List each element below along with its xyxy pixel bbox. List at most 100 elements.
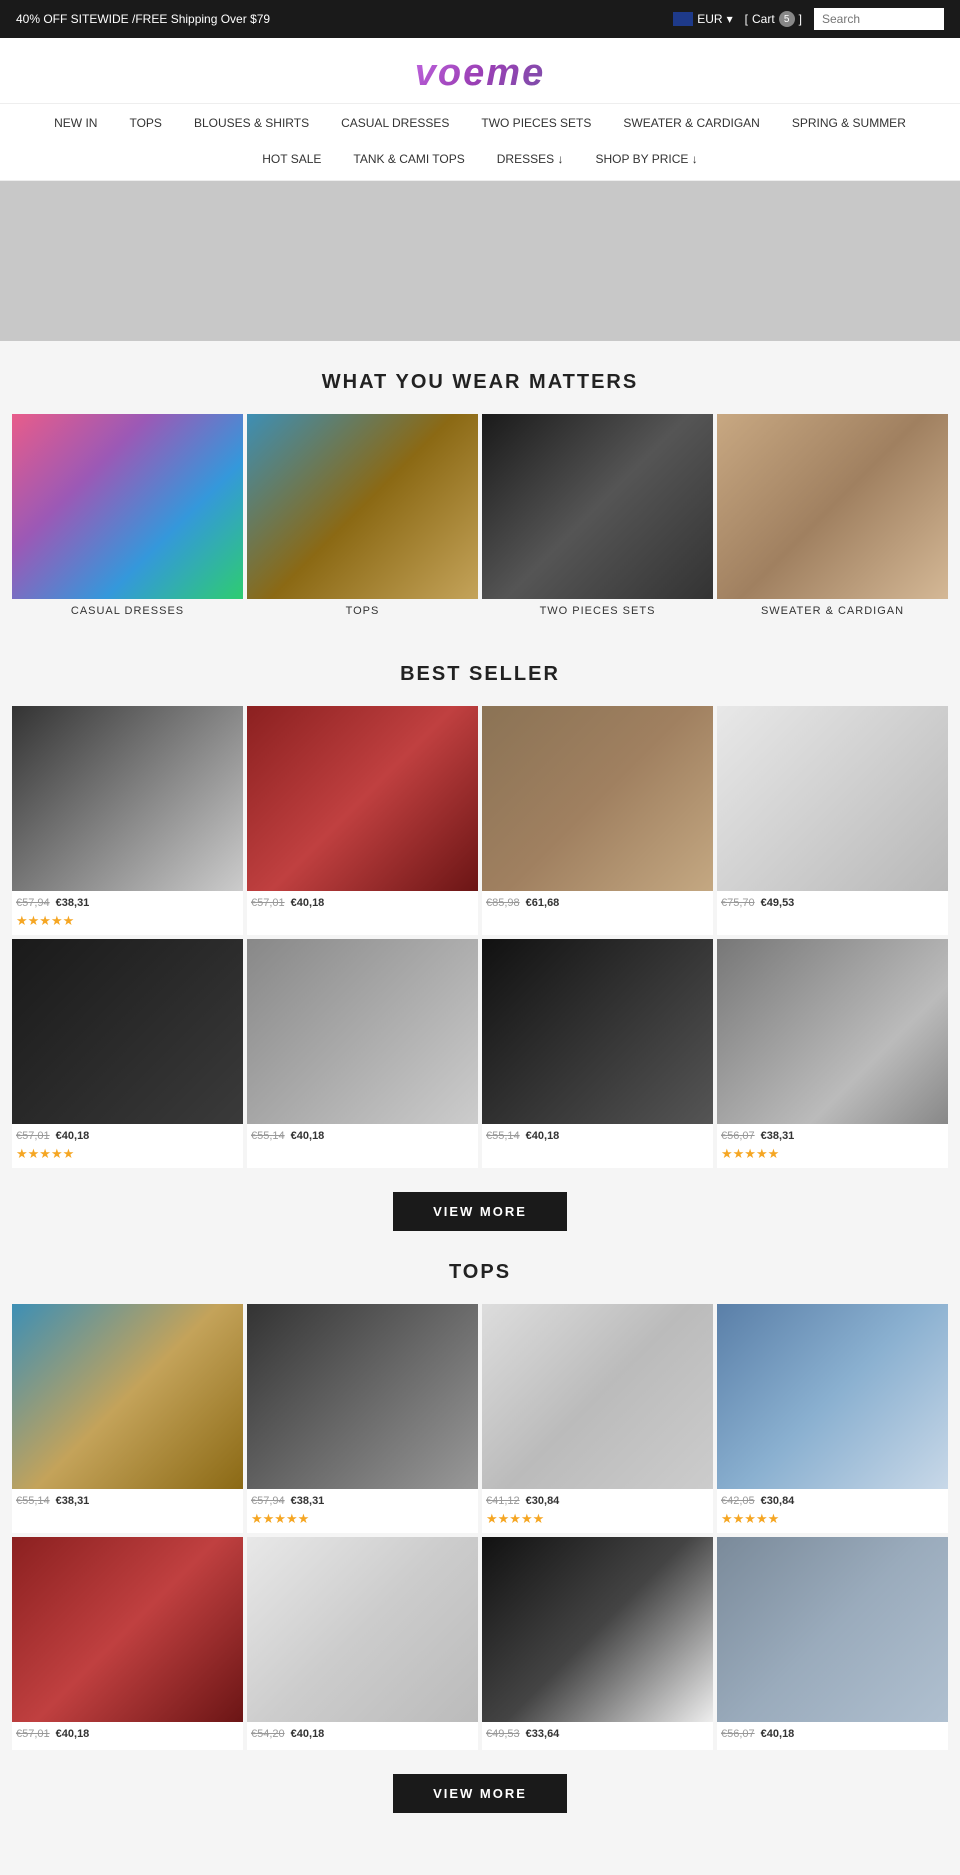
product-image (247, 939, 478, 1124)
cart-count: 5 (779, 11, 795, 27)
logo[interactable]: voeme (415, 52, 545, 94)
nav-two-pieces[interactable]: TWO PIECES SETS (465, 110, 607, 136)
product-prices: €49,53 €33,64 (482, 1722, 713, 1742)
category-casual-dresses-img (12, 414, 243, 599)
product-prices: €55,14 €40,18 (247, 1124, 478, 1144)
old-price: €57,01 (251, 897, 285, 909)
new-price: €40,18 (291, 1728, 325, 1740)
product-image (12, 1537, 243, 1722)
tops-view-more-button[interactable]: VIEW MORE (393, 1774, 567, 1813)
nav-shop-by-price[interactable]: SHOP BY PRICE ↓ (579, 146, 713, 172)
table-row[interactable]: €57,01 €40,18 (12, 1537, 243, 1750)
product-image (12, 939, 243, 1124)
category-grid: CASUAL DRESSES TOPS TWO PIECES SETS SWEA… (0, 414, 960, 633)
product-prices: €57,01 €40,18 (12, 1722, 243, 1742)
old-price: €41,12 (486, 1495, 520, 1507)
star-rating (482, 911, 713, 919)
new-price: €40,18 (291, 1130, 325, 1142)
product-prices: €56,07 €38,31 (717, 1124, 948, 1144)
new-price: €33,64 (526, 1728, 560, 1740)
promo-text: 40% OFF SITEWIDE /FREE Shipping Over $79 (16, 12, 270, 26)
tops-view-more-wrap: VIEW MORE (0, 1774, 960, 1813)
product-image (247, 1537, 478, 1722)
table-row[interactable]: €55,14 €38,31 (12, 1304, 243, 1533)
product-prices: €42,05 €30,84 (717, 1489, 948, 1509)
table-row[interactable]: €57,01 €40,18 (247, 706, 478, 935)
category-casual-dresses[interactable]: CASUAL DRESSES (12, 414, 243, 623)
cart-bracket-open: [ (745, 12, 748, 26)
nav-new-in[interactable]: NEW IN (38, 110, 113, 136)
star-rating: ★★★★★ (717, 1509, 948, 1533)
new-price: €40,18 (526, 1130, 560, 1142)
what-you-wear-title: WHAT YOU WEAR MATTERS (0, 371, 960, 394)
new-price: €40,18 (291, 897, 325, 909)
nav-tops[interactable]: TOPS (113, 110, 177, 136)
category-sweater-img (717, 414, 948, 599)
table-row[interactable]: €55,14 €40,18 (247, 939, 478, 1168)
new-price: €30,84 (526, 1495, 560, 1507)
new-price: €49,53 (761, 897, 795, 909)
table-row[interactable]: €55,14 €40,18 (482, 939, 713, 1168)
table-row[interactable]: €56,07 €40,18 (717, 1537, 948, 1750)
old-price: €42,05 (721, 1495, 755, 1507)
category-tops-img (247, 414, 478, 599)
nav-dresses[interactable]: DRESSES ↓ (481, 146, 580, 172)
category-tops[interactable]: TOPS (247, 414, 478, 623)
nav-blouses[interactable]: BLOUSES & SHIRTS (178, 110, 325, 136)
star-rating (717, 1742, 948, 1750)
old-price: €57,01 (16, 1728, 50, 1740)
best-seller-grid: €57,94 €38,31 ★★★★★ €57,01 €40,18 €85,98… (0, 706, 960, 1168)
table-row[interactable]: €57,94 €38,31 ★★★★★ (247, 1304, 478, 1533)
search-input[interactable] (814, 8, 944, 30)
old-price: €55,14 (251, 1130, 285, 1142)
product-image (12, 706, 243, 891)
category-tops-label: TOPS (247, 599, 478, 623)
nav-hot-sale[interactable]: HOT SALE (246, 146, 337, 172)
tops-grid: €55,14 €38,31 €57,94 €38,31 ★★★★★ €41,12… (0, 1304, 960, 1750)
table-row[interactable]: €54,20 €40,18 (247, 1537, 478, 1750)
table-row[interactable]: €57,94 €38,31 ★★★★★ (12, 706, 243, 935)
new-price: €38,31 (291, 1495, 325, 1507)
product-image (717, 1304, 948, 1489)
table-row[interactable]: €41,12 €30,84 ★★★★★ (482, 1304, 713, 1533)
product-image (717, 706, 948, 891)
view-more-button[interactable]: VIEW MORE (393, 1192, 567, 1231)
star-rating: ★★★★★ (482, 1509, 713, 1533)
product-prices: €75,70 €49,53 (717, 891, 948, 911)
new-price: €40,18 (761, 1728, 795, 1740)
star-rating: ★★★★★ (717, 1144, 948, 1168)
top-bar-right: EUR ▾ [ Cart 5 ] (673, 8, 944, 30)
product-prices: €85,98 €61,68 (482, 891, 713, 911)
main-nav: NEW IN TOPS BLOUSES & SHIRTS CASUAL DRES… (0, 103, 960, 181)
table-row[interactable]: €85,98 €61,68 (482, 706, 713, 935)
product-prices: €57,01 €40,18 (247, 891, 478, 911)
currency-chevron: ▾ (727, 12, 733, 26)
nav-tank[interactable]: TANK & CAMI TOPS (337, 146, 480, 172)
category-sweater-label: SWEATER & CARDIGAN (717, 599, 948, 623)
nav-casual-dresses[interactable]: CASUAL DRESSES (325, 110, 465, 136)
category-two-pieces-label: TWO PIECES SETS (482, 599, 713, 623)
category-sweater[interactable]: SWEATER & CARDIGAN (717, 414, 948, 623)
product-image (247, 706, 478, 891)
banner (0, 181, 960, 341)
currency-selector[interactable]: EUR ▾ (673, 12, 732, 26)
table-row[interactable]: €49,53 €33,64 (482, 1537, 713, 1750)
category-casual-dresses-label: CASUAL DRESSES (12, 599, 243, 623)
new-price: €38,31 (56, 897, 90, 909)
cart-label: Cart (752, 12, 775, 26)
cart-bracket-close: ] (799, 12, 802, 26)
category-two-pieces[interactable]: TWO PIECES SETS (482, 414, 713, 623)
star-rating (482, 1144, 713, 1152)
table-row[interactable]: €75,70 €49,53 (717, 706, 948, 935)
currency-label: EUR (697, 12, 722, 26)
old-price: €56,07 (721, 1130, 755, 1142)
product-image (12, 1304, 243, 1489)
new-price: €61,68 (526, 897, 560, 909)
product-image (717, 1537, 948, 1722)
cart-link[interactable]: [ Cart 5 ] (745, 11, 802, 27)
table-row[interactable]: €56,07 €38,31 ★★★★★ (717, 939, 948, 1168)
nav-spring[interactable]: SPRING & SUMMER (776, 110, 922, 136)
nav-sweater[interactable]: SWEATER & CARDIGAN (607, 110, 775, 136)
table-row[interactable]: €57,01 €40,18 ★★★★★ (12, 939, 243, 1168)
table-row[interactable]: €42,05 €30,84 ★★★★★ (717, 1304, 948, 1533)
